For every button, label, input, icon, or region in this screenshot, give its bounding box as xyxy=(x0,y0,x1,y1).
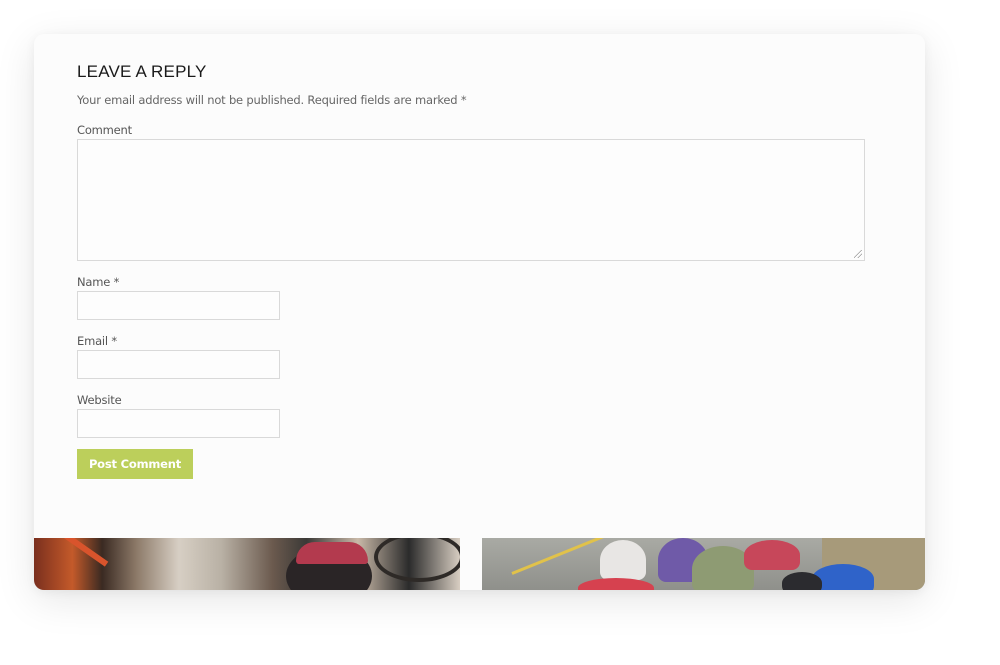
email-label: Email * xyxy=(77,334,117,348)
rider-black xyxy=(782,572,822,590)
wheel-shape xyxy=(374,538,460,582)
reply-title: LEAVE A REPLY xyxy=(77,62,207,81)
rider-pink xyxy=(744,540,800,570)
rider-helmet-white xyxy=(600,540,646,580)
website-input[interactable] xyxy=(77,409,280,438)
cyclists-road-photo[interactable] xyxy=(482,538,925,590)
bike-frame-shape xyxy=(55,538,109,567)
reply-card: LEAVE A REPLY Your email address will no… xyxy=(34,34,925,590)
website-label: Website xyxy=(77,393,122,407)
comment-label: Comment xyxy=(77,123,132,137)
comment-textarea[interactable] xyxy=(77,139,865,261)
name-input[interactable] xyxy=(77,291,280,320)
bike-shop-photo[interactable] xyxy=(34,538,460,590)
post-comment-button[interactable]: Post Comment xyxy=(77,449,193,479)
rider-jersey-red xyxy=(578,578,654,590)
email-input[interactable] xyxy=(77,350,280,379)
resize-grip-icon[interactable] xyxy=(854,250,862,258)
name-label: Name * xyxy=(77,275,120,289)
beanie-shape xyxy=(296,542,368,564)
required-fields-note: Your email address will not be published… xyxy=(77,93,467,107)
